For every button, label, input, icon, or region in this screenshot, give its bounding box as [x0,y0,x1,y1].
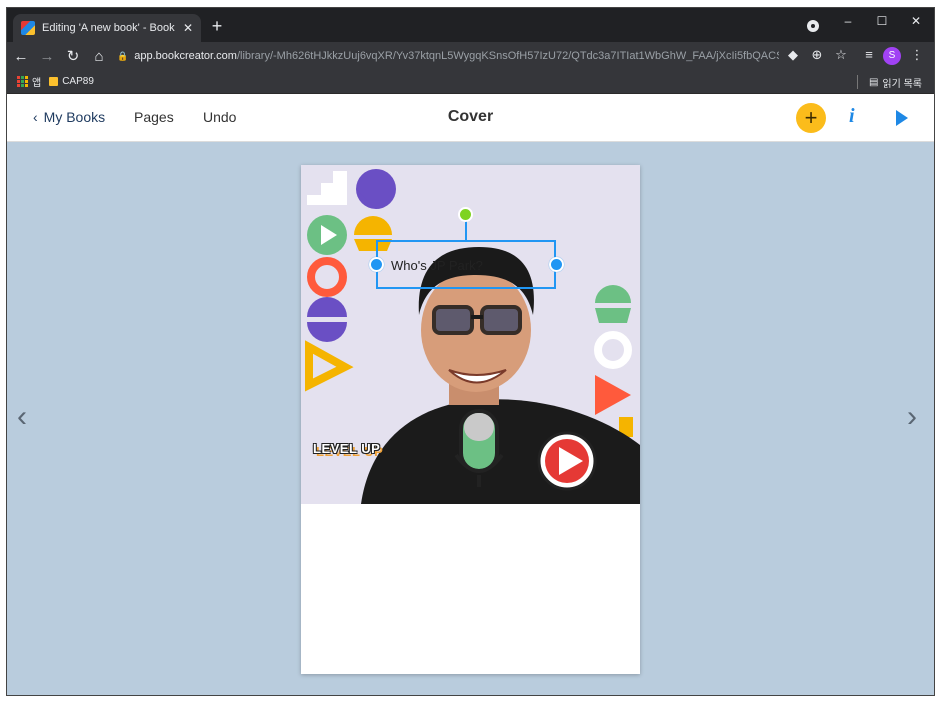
resize-handle-right[interactable] [549,257,564,272]
info-button[interactable]: i [849,105,855,128]
reading-list-icon: ▤ [868,77,879,88]
back-arrow-icon[interactable]: ← [9,48,33,65]
browser-toolbar: ← → ↻ ⌂ 🔒 app.bookcreator.com/library/-M… [7,42,934,70]
profile-avatar[interactable]: S [883,47,901,65]
reading-list-label: 읽기 목록 [882,79,922,90]
install-app-icon[interactable]: ⊕ [807,47,827,63]
tab-title: Editing 'A new book' - Book Cr [42,22,176,34]
close-window-button[interactable]: ✕ [901,14,931,28]
bookmarks-bar: 앱 CAP89 ▤ 읽기 목록 [7,70,934,94]
level-up-sticker[interactable]: LEVEL UP [313,441,380,456]
play-sticker [537,431,597,491]
forward-arrow-icon[interactable]: → [35,48,59,65]
lock-icon: 🔒 [117,50,129,61]
extension-icon[interactable]: ◆ [783,47,803,63]
address-bar[interactable]: 🔒 app.bookcreator.com/library/-Mh626tHJk… [117,45,779,67]
folder-icon [49,77,59,86]
bookmark-apps-label: 앱 [32,78,42,89]
menu-kebab-icon[interactable]: ⋮ [907,47,927,63]
minimize-button[interactable]: – [833,14,863,28]
recording-indicator-icon[interactable] [807,20,819,32]
cover-text-box[interactable]: Who's JP Park? [391,258,483,273]
bookmark-cap89-label: CAP89 [62,76,94,87]
reload-icon[interactable]: ↻ [61,47,85,65]
decorative-shapes-right [594,285,633,437]
rotate-handle[interactable] [458,207,473,222]
tab-strip: Editing 'A new book' - Book Cr ✕ + – ☐ ✕ [7,8,934,42]
add-content-button[interactable]: + [796,103,826,133]
browser-tab[interactable]: Editing 'A new book' - Book Cr ✕ [13,14,201,42]
page-title: Cover [447,108,494,125]
reading-mode-icon[interactable]: ≡ [859,47,879,62]
previous-page-arrow[interactable]: ‹ [17,400,27,434]
book-creator-favicon-icon [21,21,35,35]
browser-window: Editing 'A new book' - Book Cr ✕ + – ☐ ✕… [6,7,935,696]
book-creator-header: ‹ My Books Pages Undo Cover + i [7,94,934,142]
maximize-button[interactable]: ☐ [867,14,897,28]
play-book-icon[interactable] [896,110,908,126]
next-page-arrow[interactable]: › [907,400,917,434]
new-tab-button[interactable]: + [205,16,229,37]
reading-list-button[interactable]: ▤ 읽기 목록 [856,75,922,90]
url-path: /library/-Mh626tHJkkzUuj6vqXR/Yv37ktqnL5… [236,50,779,62]
resize-handle-left[interactable] [369,257,384,272]
bookmark-star-icon[interactable]: ☆ [831,47,851,63]
tab-close-icon[interactable]: ✕ [183,21,193,35]
editor-workspace: ‹ › LEVEL UP Who's JP Park? [7,142,934,695]
bookmark-apps[interactable]: 앱 [17,74,41,89]
apps-icon [17,76,28,87]
rotation-handle-line [465,221,467,240]
url-domain: app.bookcreator.com [134,50,237,62]
bookmark-cap89[interactable]: CAP89 [49,76,94,87]
book-page[interactable]: LEVEL UP Who's JP Park? [301,165,640,674]
home-icon[interactable]: ⌂ [87,48,111,65]
